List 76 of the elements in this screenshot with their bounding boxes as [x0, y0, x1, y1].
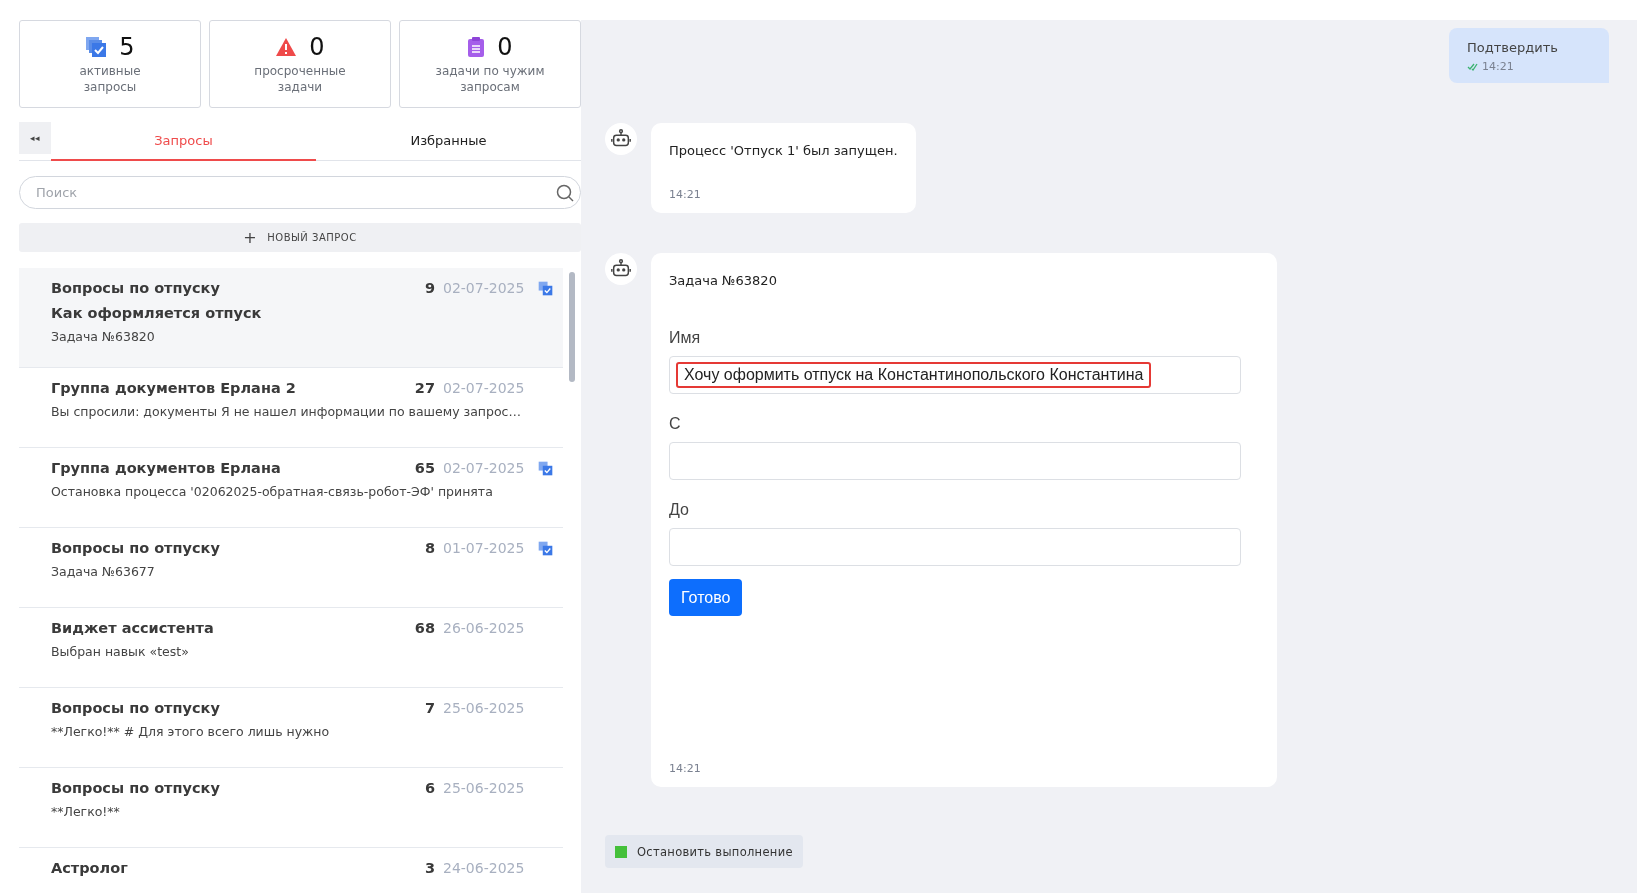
message-time: 14:21	[1482, 60, 1514, 73]
scrollbar-thumb[interactable]	[569, 272, 575, 382]
message-time: 14:21	[669, 188, 702, 201]
field-label: Имя	[669, 328, 702, 348]
message-count: 8	[424, 540, 435, 556]
request-date: 25-06-2025	[443, 780, 526, 796]
request-item[interactable]: Астролог 3 24-06-2025	[19, 848, 563, 893]
message-count: 27	[414, 380, 435, 396]
robot-icon	[605, 123, 637, 155]
stat-label: активные запросы	[78, 63, 142, 95]
stat-card[interactable]: 0 задачи по чужим запросам	[399, 20, 581, 108]
request-title: Вопросы по отпуску	[51, 700, 221, 716]
request-preview: **Легко!**	[51, 804, 121, 819]
request-date: 02-07-2025	[443, 460, 526, 476]
request-date: 25-06-2025	[443, 700, 526, 716]
tab[interactable]: Запросы	[51, 122, 316, 161]
request-date: 01-07-2025	[443, 540, 526, 556]
submit-button[interactable]: Готово	[669, 579, 743, 616]
stat-count: 0	[309, 33, 325, 61]
request-title: Группа документов Ерлана 2	[51, 380, 297, 396]
message-count: 9	[424, 280, 435, 296]
request-preview: Задача №63677	[51, 564, 156, 579]
request-title: Вопросы по отпуску	[51, 540, 221, 556]
robot-icon	[605, 253, 637, 285]
request-title: Вопросы по отпуску	[51, 780, 221, 796]
request-item[interactable]: Вопросы по отпуску 8 01-07-2025 Задача №63677	[19, 528, 563, 608]
request-preview: Вы спросили: документы Я не нашел информации по вашему запрос…	[51, 404, 522, 419]
stat-label: задачи по чужим запросам	[435, 63, 545, 95]
stop-button[interactable]: Остановить выполнение	[605, 835, 803, 868]
input-field[interactable]	[669, 528, 1241, 566]
request-item[interactable]: Вопросы по отпуску 7 25-06-2025 **Легко!** # Для этого всего лишь нужно	[19, 688, 563, 768]
field-value: Хочу оформить отпуск на Константинопольского Константина	[676, 362, 1152, 388]
clipboard-icon	[467, 36, 486, 58]
message-count: 6	[424, 780, 435, 796]
request-item[interactable]: Виджет ассистента 68 26-06-2025 Выбран навык «test»	[19, 608, 563, 688]
request-preview: Остановка процесса '02062025-обратная-связь-робот-ЭФ' принята	[51, 484, 494, 499]
request-preview: Выбран навык «test»	[51, 644, 190, 659]
search-field[interactable]: Поиск	[19, 176, 581, 209]
input-field[interactable]	[669, 442, 1241, 480]
message-count: 3	[424, 860, 435, 876]
request-title: Вопросы по отпуску	[51, 280, 221, 296]
request-item[interactable]: Группа документов Ерлана 65 02-07-2025 Остановка процесса '02062025-обратная-связь-робот-ЭФ' принята	[19, 448, 563, 528]
message-text: Процесс 'Отпуск 1' был запущен.	[669, 143, 898, 158]
stat-card[interactable]: 5 активные запросы	[19, 20, 201, 108]
request-item[interactable]: Группа документов Ерлана 2 27 02-07-2025 Вы спросили: документы Я не нашел информации по вашему запрос…	[19, 368, 563, 448]
stat-count: 5	[119, 33, 135, 61]
request-date: 26-06-2025	[443, 620, 526, 636]
stat-label: просроченные задачи	[253, 63, 347, 95]
request-title: Группа документов Ерлана	[51, 460, 282, 476]
stat-card[interactable]: 0 просроченные задачи	[209, 20, 391, 108]
tab[interactable]: Избранные	[316, 122, 581, 161]
request-subtitle: Как оформляется отпуск	[51, 305, 263, 321]
stat-count: 0	[497, 33, 513, 61]
input-field[interactable]: Хочу оформить отпуск на Константинопольского Константина	[669, 356, 1241, 394]
field-label: До	[669, 500, 690, 520]
request-preview: **Легко!** # Для этого всего лишь нужно	[51, 724, 331, 739]
new-request-button[interactable]: + НОВЫЙ ЗАПРОС	[19, 223, 581, 252]
collapse-button[interactable]: ◂◂	[19, 122, 51, 154]
request-title: Астролог	[51, 860, 129, 876]
message-count: 7	[424, 700, 435, 716]
field-label: С	[669, 414, 682, 434]
form-title: Задача №63820	[669, 273, 778, 288]
request-item[interactable]: Вопросы по отпуску 9 02-07-2025 Как оформляется отпуск Задача №63820	[19, 268, 563, 368]
warning-icon	[275, 37, 298, 57]
request-date: 02-07-2025	[443, 380, 526, 396]
message-time: 14:21	[669, 762, 702, 775]
request-title: Виджет ассистента	[51, 620, 215, 636]
request-date: 02-07-2025	[443, 280, 526, 296]
message-text: Подтвердить	[1467, 40, 1559, 55]
stacked-check-icon	[85, 36, 108, 58]
message-count: 68	[414, 620, 435, 636]
request-preview: Задача №63820	[51, 329, 156, 344]
request-date: 24-06-2025	[443, 860, 526, 876]
search-icon	[556, 184, 574, 202]
message-count: 65	[414, 460, 435, 476]
request-item[interactable]: Вопросы по отпуску 6 25-06-2025 **Легко!**	[19, 768, 563, 848]
